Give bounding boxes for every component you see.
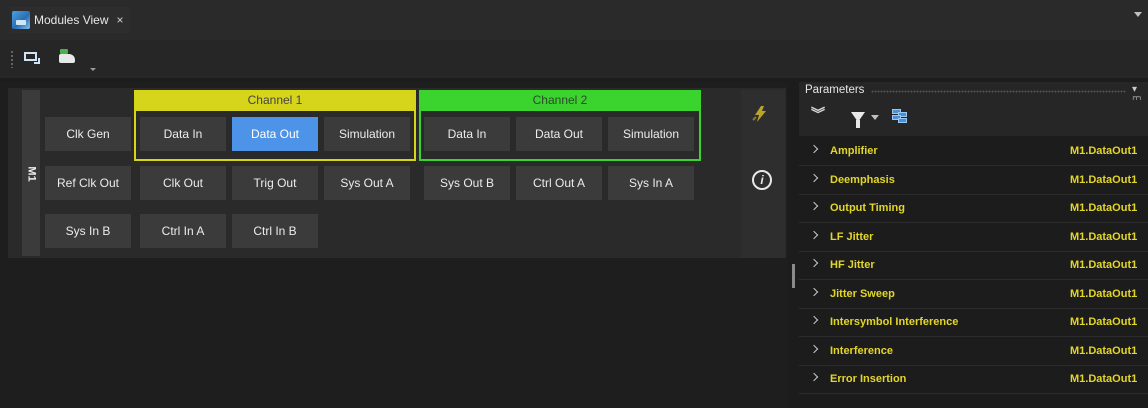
param-name: Error Insertion	[830, 373, 907, 385]
ctrl-in-a-button[interactable]: Ctrl In A	[140, 214, 226, 248]
param-name: Output Timing	[830, 202, 905, 214]
toolbar	[0, 40, 1148, 78]
param-row-error-insertion[interactable]: Error Insertion M1.DataOut1	[799, 366, 1148, 394]
param-name: Deemphasis	[830, 174, 895, 186]
param-row-amplifier[interactable]: Amplifier M1.DataOut1	[799, 138, 1148, 166]
close-icon[interactable]: ×	[116, 13, 123, 27]
param-value: M1.DataOut1	[1070, 145, 1138, 157]
ref-clk-out-button[interactable]: Ref Clk Out	[45, 166, 131, 200]
tab-title: Modules View	[34, 13, 109, 27]
modules-view-icon	[12, 11, 30, 29]
ch2-data-in-button[interactable]: Data In	[424, 117, 510, 151]
tab-strip: Modules View ×	[0, 0, 1148, 40]
parameters-toolbar: ︾	[799, 100, 1148, 136]
sys-in-a-button[interactable]: Sys In A	[608, 166, 694, 200]
param-name: Amplifier	[830, 145, 878, 157]
clk-gen-button[interactable]: Clk Gen	[45, 117, 131, 151]
plug-icon[interactable]	[750, 104, 770, 124]
sys-out-b-button[interactable]: Sys Out B	[424, 166, 510, 200]
ch2-data-out-button[interactable]: Data Out	[516, 117, 602, 151]
param-value: M1.DataOut1	[1070, 345, 1138, 357]
chevron-right-icon[interactable]	[809, 230, 819, 240]
param-value: M1.DataOut1	[1070, 259, 1138, 271]
param-name: Jitter Sweep	[830, 288, 895, 300]
param-row-intersymbol-interference[interactable]: Intersymbol Interference M1.DataOut1	[799, 309, 1148, 337]
parameters-title: Parameters	[805, 84, 865, 96]
chevron-right-icon[interactable]	[809, 201, 819, 211]
select-module-button[interactable]	[22, 48, 42, 66]
filter-icon[interactable]	[851, 112, 865, 128]
chevron-right-icon[interactable]	[809, 287, 819, 297]
param-value: M1.DataOut1	[1070, 174, 1138, 186]
sys-in-b-button[interactable]: Sys In B	[45, 214, 131, 248]
param-value: M1.DataOut1	[1070, 288, 1138, 300]
param-name: Intersymbol Interference	[830, 316, 959, 328]
param-row-lf-jitter[interactable]: LF Jitter M1.DataOut1	[799, 224, 1148, 252]
module-config-button[interactable]	[58, 48, 78, 66]
chevron-right-icon[interactable]	[809, 344, 819, 354]
channel-1-title: Channel 1	[134, 90, 416, 111]
tab-menu-dropdown-icon[interactable]	[1134, 12, 1142, 17]
ch2-simulation-button[interactable]: Simulation	[608, 117, 694, 151]
ctrl-out-a-button[interactable]: Ctrl Out A	[516, 166, 602, 200]
ch1-simulation-button[interactable]: Simulation	[324, 117, 410, 151]
param-row-deemphasis[interactable]: Deemphasis M1.DataOut1	[799, 167, 1148, 195]
collapse-all-icon[interactable]: ︾	[811, 107, 825, 121]
param-value: M1.DataOut1	[1070, 316, 1138, 328]
param-value: M1.DataOut1	[1070, 373, 1138, 385]
info-icon[interactable]: i	[752, 170, 772, 190]
param-row-output-timing[interactable]: Output Timing M1.DataOut1	[799, 195, 1148, 223]
header-grip	[871, 90, 1126, 93]
param-row-hf-jitter[interactable]: HF Jitter M1.DataOut1	[799, 252, 1148, 280]
clk-out-button[interactable]: Clk Out	[140, 166, 226, 200]
tab-modules-view[interactable]: Modules View ×	[10, 7, 130, 33]
chevron-right-icon[interactable]	[809, 258, 819, 268]
chevron-right-icon[interactable]	[809, 372, 819, 382]
chevron-right-icon[interactable]	[809, 315, 819, 325]
database-icon[interactable]	[892, 108, 908, 124]
param-name: Interference	[830, 345, 893, 357]
ch1-data-out-button[interactable]: Data Out	[232, 117, 318, 151]
toolbar-grip[interactable]	[10, 50, 14, 68]
module-label-text: M1	[25, 166, 38, 182]
param-row-jitter-sweep[interactable]: Jitter Sweep M1.DataOut1	[799, 281, 1148, 309]
param-value: M1.DataOut1	[1070, 202, 1138, 214]
sys-out-a-button[interactable]: Sys Out A	[324, 166, 410, 200]
filter-dropdown-icon[interactable]	[871, 115, 879, 120]
trig-out-button[interactable]: Trig Out	[232, 166, 318, 200]
toolbar-overflow-icon[interactable]	[90, 68, 96, 71]
param-name: LF Jitter	[830, 231, 874, 243]
ctrl-in-b-button[interactable]: Ctrl In B	[232, 214, 318, 248]
param-value: M1.DataOut1	[1070, 231, 1138, 243]
parameters-panel: Parameters ▾ ◫ ︾ Amplifier M1.DataOut1 D…	[799, 82, 1148, 408]
channel-2-title: Channel 2	[419, 90, 701, 111]
chevron-right-icon[interactable]	[809, 144, 819, 154]
param-name: HF Jitter	[830, 259, 875, 271]
panel-splitter[interactable]	[792, 264, 795, 288]
instrument-icon	[59, 54, 75, 63]
param-row-interference[interactable]: Interference M1.DataOut1	[799, 338, 1148, 366]
module-label[interactable]: M1	[22, 90, 40, 256]
chevron-right-icon[interactable]	[809, 173, 819, 183]
ch1-data-in-button[interactable]: Data In	[140, 117, 226, 151]
parameters-header: Parameters ▾ ◫	[799, 82, 1148, 106]
